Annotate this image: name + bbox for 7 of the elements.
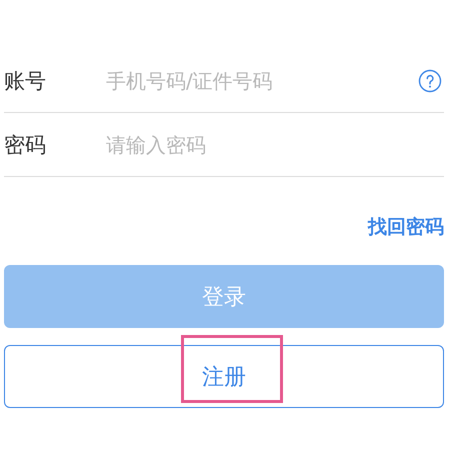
register-button[interactable]: 注册 bbox=[4, 345, 444, 408]
field-label: 密码 bbox=[4, 132, 47, 158]
field-label: 账号 bbox=[4, 68, 47, 94]
input-field[interactable]: 请输入密码 bbox=[104, 132, 444, 158]
input-field[interactable]: 手机号码/证件号码 bbox=[104, 68, 418, 94]
help-icon[interactable] bbox=[418, 68, 442, 92]
forgot-password-link[interactable]: 找回密码 bbox=[368, 214, 444, 240]
